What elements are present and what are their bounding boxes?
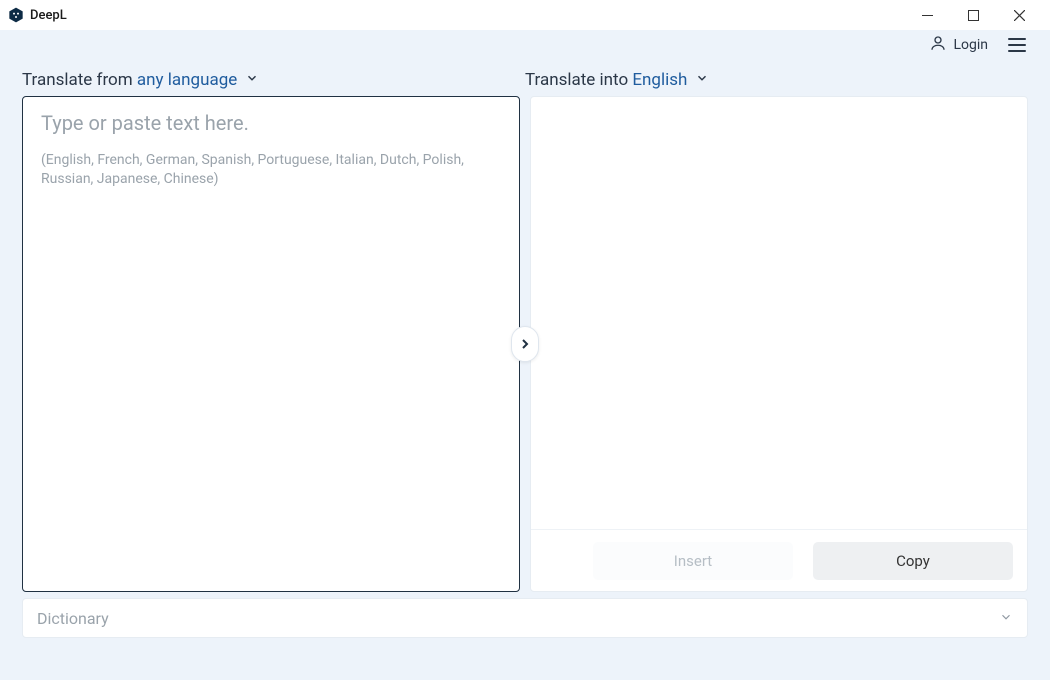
window-controls — [904, 0, 1042, 30]
minimize-button[interactable] — [904, 0, 950, 30]
target-lang-value: English — [632, 70, 687, 90]
target-lang-prefix: Translate into — [525, 70, 632, 90]
top-toolbar: Login — [4, 30, 1046, 60]
maximize-button[interactable] — [950, 0, 996, 30]
chevron-down-icon — [695, 70, 709, 90]
app-logo-icon — [8, 7, 24, 23]
source-language-selector[interactable]: Translate from any language — [22, 70, 525, 90]
menu-button[interactable] — [1006, 36, 1028, 54]
output-actions: Insert Copy — [531, 529, 1027, 591]
app-title: DeepL — [30, 8, 67, 23]
login-label: Login — [953, 37, 988, 53]
insert-button[interactable]: Insert — [593, 542, 793, 580]
source-text-pane[interactable]: Type or paste text here. (English, Frenc… — [22, 96, 520, 592]
source-placeholder-languages: (English, French, German, Spanish, Portu… — [41, 151, 491, 189]
chevron-down-icon — [999, 609, 1013, 628]
titlebar: DeepL — [0, 0, 1050, 30]
target-text-output — [531, 97, 1027, 529]
source-lang-prefix: Translate from — [22, 70, 137, 90]
copy-button[interactable]: Copy — [813, 542, 1013, 580]
user-icon — [929, 34, 947, 56]
swap-languages-button[interactable] — [511, 326, 539, 362]
close-button[interactable] — [996, 0, 1042, 30]
target-text-pane: Insert Copy — [530, 96, 1028, 592]
source-text-input[interactable]: Type or paste text here. (English, Frenc… — [23, 97, 519, 591]
dictionary-toggle[interactable]: Dictionary — [22, 598, 1028, 638]
translation-panes: Type or paste text here. (English, Frenc… — [4, 96, 1046, 592]
language-selectors: Translate from any language Translate in… — [4, 60, 1046, 96]
dictionary-label: Dictionary — [37, 609, 109, 628]
login-button[interactable]: Login — [929, 34, 988, 56]
app-body: Login Translate from any language Transl… — [0, 30, 1050, 680]
source-lang-value: any language — [137, 70, 237, 90]
source-placeholder-main: Type or paste text here. — [41, 111, 501, 135]
chevron-down-icon — [245, 70, 259, 90]
target-language-selector[interactable]: Translate into English — [525, 70, 1028, 90]
